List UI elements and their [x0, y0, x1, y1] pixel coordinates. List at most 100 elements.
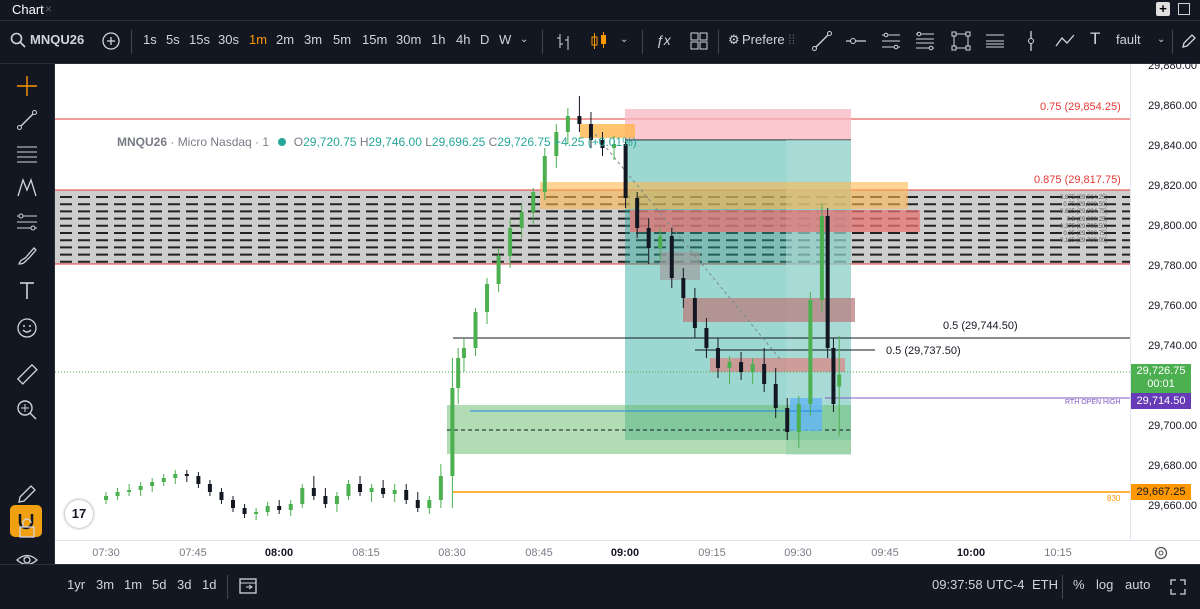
legend-symbol: MNQU26: [117, 135, 168, 149]
interval-30s[interactable]: 30s: [218, 32, 239, 47]
interval-15m[interactable]: 15m: [362, 32, 387, 47]
vertical-line-icon[interactable]: [1020, 30, 1042, 52]
range-1yr[interactable]: 1yr: [67, 577, 85, 592]
template-dropdown-icon[interactable]: ⌄: [1157, 34, 1165, 45]
interval-4h[interactable]: 4h: [456, 32, 470, 47]
search-icon[interactable]: [10, 32, 26, 48]
maximize-icon[interactable]: [1178, 3, 1190, 15]
tradingview-logo[interactable]: 17: [65, 500, 93, 528]
emoji-icon[interactable]: [15, 316, 39, 340]
symbol-legend[interactable]: MNQU26 · Micro Nasdaq · 1 O29,720.75 H29…: [117, 135, 637, 149]
candle-body: [704, 328, 709, 348]
percent-toggle[interactable]: %: [1073, 577, 1085, 592]
brush-icon[interactable]: [15, 244, 39, 268]
gear-icon[interactable]: ⚙: [728, 32, 740, 48]
price-axis[interactable]: 29,880.00 29,860.00 29,840.00 29,820.00 …: [1130, 60, 1200, 540]
bar-style-icon[interactable]: [553, 30, 575, 52]
range-3d[interactable]: 3d: [177, 577, 191, 592]
interval-5s[interactable]: 5s: [166, 32, 180, 47]
horizontal-line-icon[interactable]: [845, 30, 867, 52]
small-fib-labels: 0.875 (29,814.25) 0.75 (29,809.50) 0.625…: [1060, 195, 1107, 245]
candle-body: [658, 236, 663, 248]
window-tab-title[interactable]: Chart: [12, 2, 44, 17]
chart-type-dropdown-icon[interactable]: ⌄: [620, 34, 628, 45]
interval-d[interactable]: D: [480, 32, 489, 47]
interval-1s[interactable]: 1s: [143, 32, 157, 47]
crosshair-icon[interactable]: [15, 74, 39, 98]
candle-body: [277, 506, 282, 510]
path-icon[interactable]: [1054, 30, 1076, 52]
pencil-edit-icon[interactable]: [1180, 32, 1198, 50]
add-tab-icon[interactable]: +: [1156, 2, 1170, 16]
zoom-in-icon[interactable]: [15, 398, 39, 422]
template-dropdown[interactable]: fault: [1116, 32, 1141, 47]
chart-pane[interactable]: MNQU26 · Micro Nasdaq · 1 O29,720.75 H29…: [55, 64, 1130, 540]
candle-body: [300, 488, 305, 504]
interval-5m[interactable]: 5m: [333, 32, 351, 47]
fib-extension-icon[interactable]: [984, 30, 1006, 52]
clock-timezone[interactable]: 09:37:58 UTC-4: [932, 577, 1025, 592]
parallel-channel-icon[interactable]: [880, 30, 902, 52]
trend-line-icon[interactable]: [811, 30, 833, 52]
interval-dropdown-icon[interactable]: ⌄: [520, 34, 528, 45]
lock-icon[interactable]: [15, 516, 39, 540]
layout-grid-icon[interactable]: [688, 30, 710, 52]
candle-body: [461, 348, 466, 358]
log-toggle[interactable]: log: [1096, 577, 1113, 592]
compare-add-icon[interactable]: [100, 30, 122, 52]
close-tab-icon[interactable]: ×: [45, 2, 52, 16]
time-axis[interactable]: 07:30 07:45 08:00 08:15 08:30 08:45 09:0…: [55, 540, 1200, 565]
text-tool-icon[interactable]: T: [1090, 29, 1100, 49]
rectangle-icon[interactable]: [950, 30, 972, 52]
candle-body: [207, 484, 212, 492]
session-toggle[interactable]: ETH: [1032, 577, 1058, 592]
last-price-tag: 29,726.75 00:01: [1131, 364, 1191, 393]
chart-settings-icon[interactable]: [1153, 545, 1169, 561]
candle-body: [519, 212, 524, 228]
ruler-icon[interactable]: [15, 362, 39, 386]
candle-body: [531, 192, 536, 212]
time-tick: 08:15: [352, 547, 380, 559]
goto-date-icon[interactable]: [238, 575, 258, 595]
small-fib-05: 0.5 (29,800.25): [1066, 216, 1108, 223]
bar-countdown: 00:01: [1147, 378, 1175, 390]
range-5d[interactable]: 5d: [152, 577, 166, 592]
range-3m[interactable]: 3m: [96, 577, 114, 592]
interval-30m[interactable]: 30m: [396, 32, 421, 47]
interval-3m[interactable]: 3m: [304, 32, 322, 47]
indicators-button[interactable]: ƒx: [656, 32, 671, 48]
interval-2m[interactable]: 2m: [276, 32, 294, 47]
legend-low-label: L: [425, 135, 432, 149]
auto-toggle[interactable]: auto: [1125, 577, 1150, 592]
symbol-search[interactable]: MNQU26: [30, 32, 84, 47]
trend-line-tool-icon[interactable]: [15, 108, 39, 132]
interval-1h[interactable]: 1h: [431, 32, 445, 47]
candle-body: [334, 496, 339, 504]
fib-tool-icon[interactable]: [15, 142, 39, 166]
interval-15s[interactable]: 15s: [189, 32, 210, 47]
price-tick: 29,740.00: [1148, 340, 1197, 352]
fib-retracement-icon[interactable]: [914, 30, 936, 52]
candle-style-icon[interactable]: [588, 30, 610, 52]
forecast-tool-icon[interactable]: [15, 210, 39, 234]
candle-body: [808, 300, 813, 404]
small-fib-0875: 0.875 (29,814.25): [1060, 195, 1108, 201]
orange-price-tag: 29,667.25: [1131, 484, 1191, 500]
maximize-chart-icon[interactable]: [1168, 577, 1188, 597]
pencil-lock-icon[interactable]: [15, 482, 39, 506]
candle-body: [161, 478, 166, 482]
interval-w[interactable]: W: [499, 32, 511, 47]
pattern-tool-icon[interactable]: [15, 176, 39, 200]
candle-body: [635, 198, 640, 228]
text-icon[interactable]: [15, 278, 39, 302]
legend-close: 29,726.75: [497, 135, 551, 149]
time-tick: 08:45: [525, 547, 553, 559]
candle-body: [508, 228, 513, 256]
price-tick: 29,680.00: [1148, 460, 1197, 472]
interval-1m[interactable]: 1m: [249, 32, 267, 47]
price-tick: 29,820.00: [1148, 180, 1197, 192]
candle-body: [750, 364, 755, 372]
preferences-button[interactable]: Prefere: [742, 32, 785, 47]
range-1m[interactable]: 1m: [124, 577, 142, 592]
range-1d[interactable]: 1d: [202, 577, 216, 592]
